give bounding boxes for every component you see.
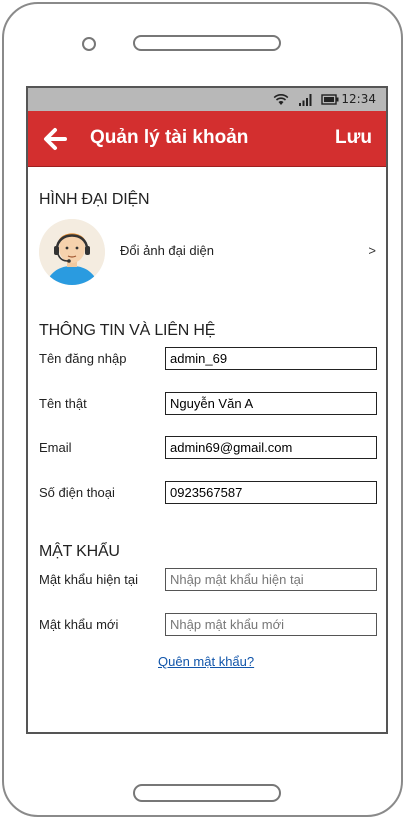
back-arrow-icon[interactable] xyxy=(42,127,68,151)
avatar[interactable] xyxy=(39,219,105,285)
section-title-password: MẬT KHẨU xyxy=(39,543,120,560)
speaker-grille xyxy=(133,35,281,51)
realname-field[interactable]: Nguyễn Văn A xyxy=(165,392,377,415)
home-button[interactable] xyxy=(133,784,281,802)
new-password-label: Mật khẩu mới xyxy=(39,617,119,632)
camera-icon xyxy=(82,37,96,51)
phone-frame: 12:34 Quản lý tài khoản Lưu HÌNH ĐẠI DIỆ… xyxy=(2,2,403,817)
change-avatar-label: Đổi ảnh đại diện xyxy=(120,243,214,258)
page-title: Quản lý tài khoản xyxy=(90,127,249,148)
wifi-icon xyxy=(273,94,289,105)
avatar-illustration xyxy=(39,219,105,285)
chevron-right-icon: > xyxy=(368,243,376,258)
email-label: Email xyxy=(39,440,72,455)
status-time: 12:34 xyxy=(341,92,376,106)
username-label: Tên đăng nhập xyxy=(39,351,127,366)
phone-label: Số điện thoại xyxy=(39,485,115,500)
change-avatar-row[interactable]: Đổi ảnh đại diện > xyxy=(120,233,376,263)
current-password-field[interactable] xyxy=(165,568,377,591)
signal-icon xyxy=(299,94,312,106)
phone-field[interactable]: 0923567587 xyxy=(165,481,377,504)
realname-label: Tên thật xyxy=(39,396,87,411)
battery-icon xyxy=(321,94,339,105)
new-password-field[interactable] xyxy=(165,613,377,636)
screen: 12:34 Quản lý tài khoản Lưu HÌNH ĐẠI DIỆ… xyxy=(26,86,388,734)
email-field[interactable]: admin69@gmail.com xyxy=(165,436,377,459)
username-field[interactable]: admin_69 xyxy=(165,347,377,370)
section-title-avatar: HÌNH ĐẠI DIỆN xyxy=(39,191,150,208)
section-title-info: THÔNG TIN VÀ LIÊN HỆ xyxy=(39,322,216,339)
status-bar: 12:34 xyxy=(28,88,386,111)
current-password-label: Mật khẩu hiện tại xyxy=(39,572,139,587)
app-bar: Quản lý tài khoản Lưu xyxy=(28,111,386,167)
save-button[interactable]: Lưu xyxy=(335,127,372,149)
forgot-password-link[interactable]: Quên mật khẩu? xyxy=(158,654,254,669)
